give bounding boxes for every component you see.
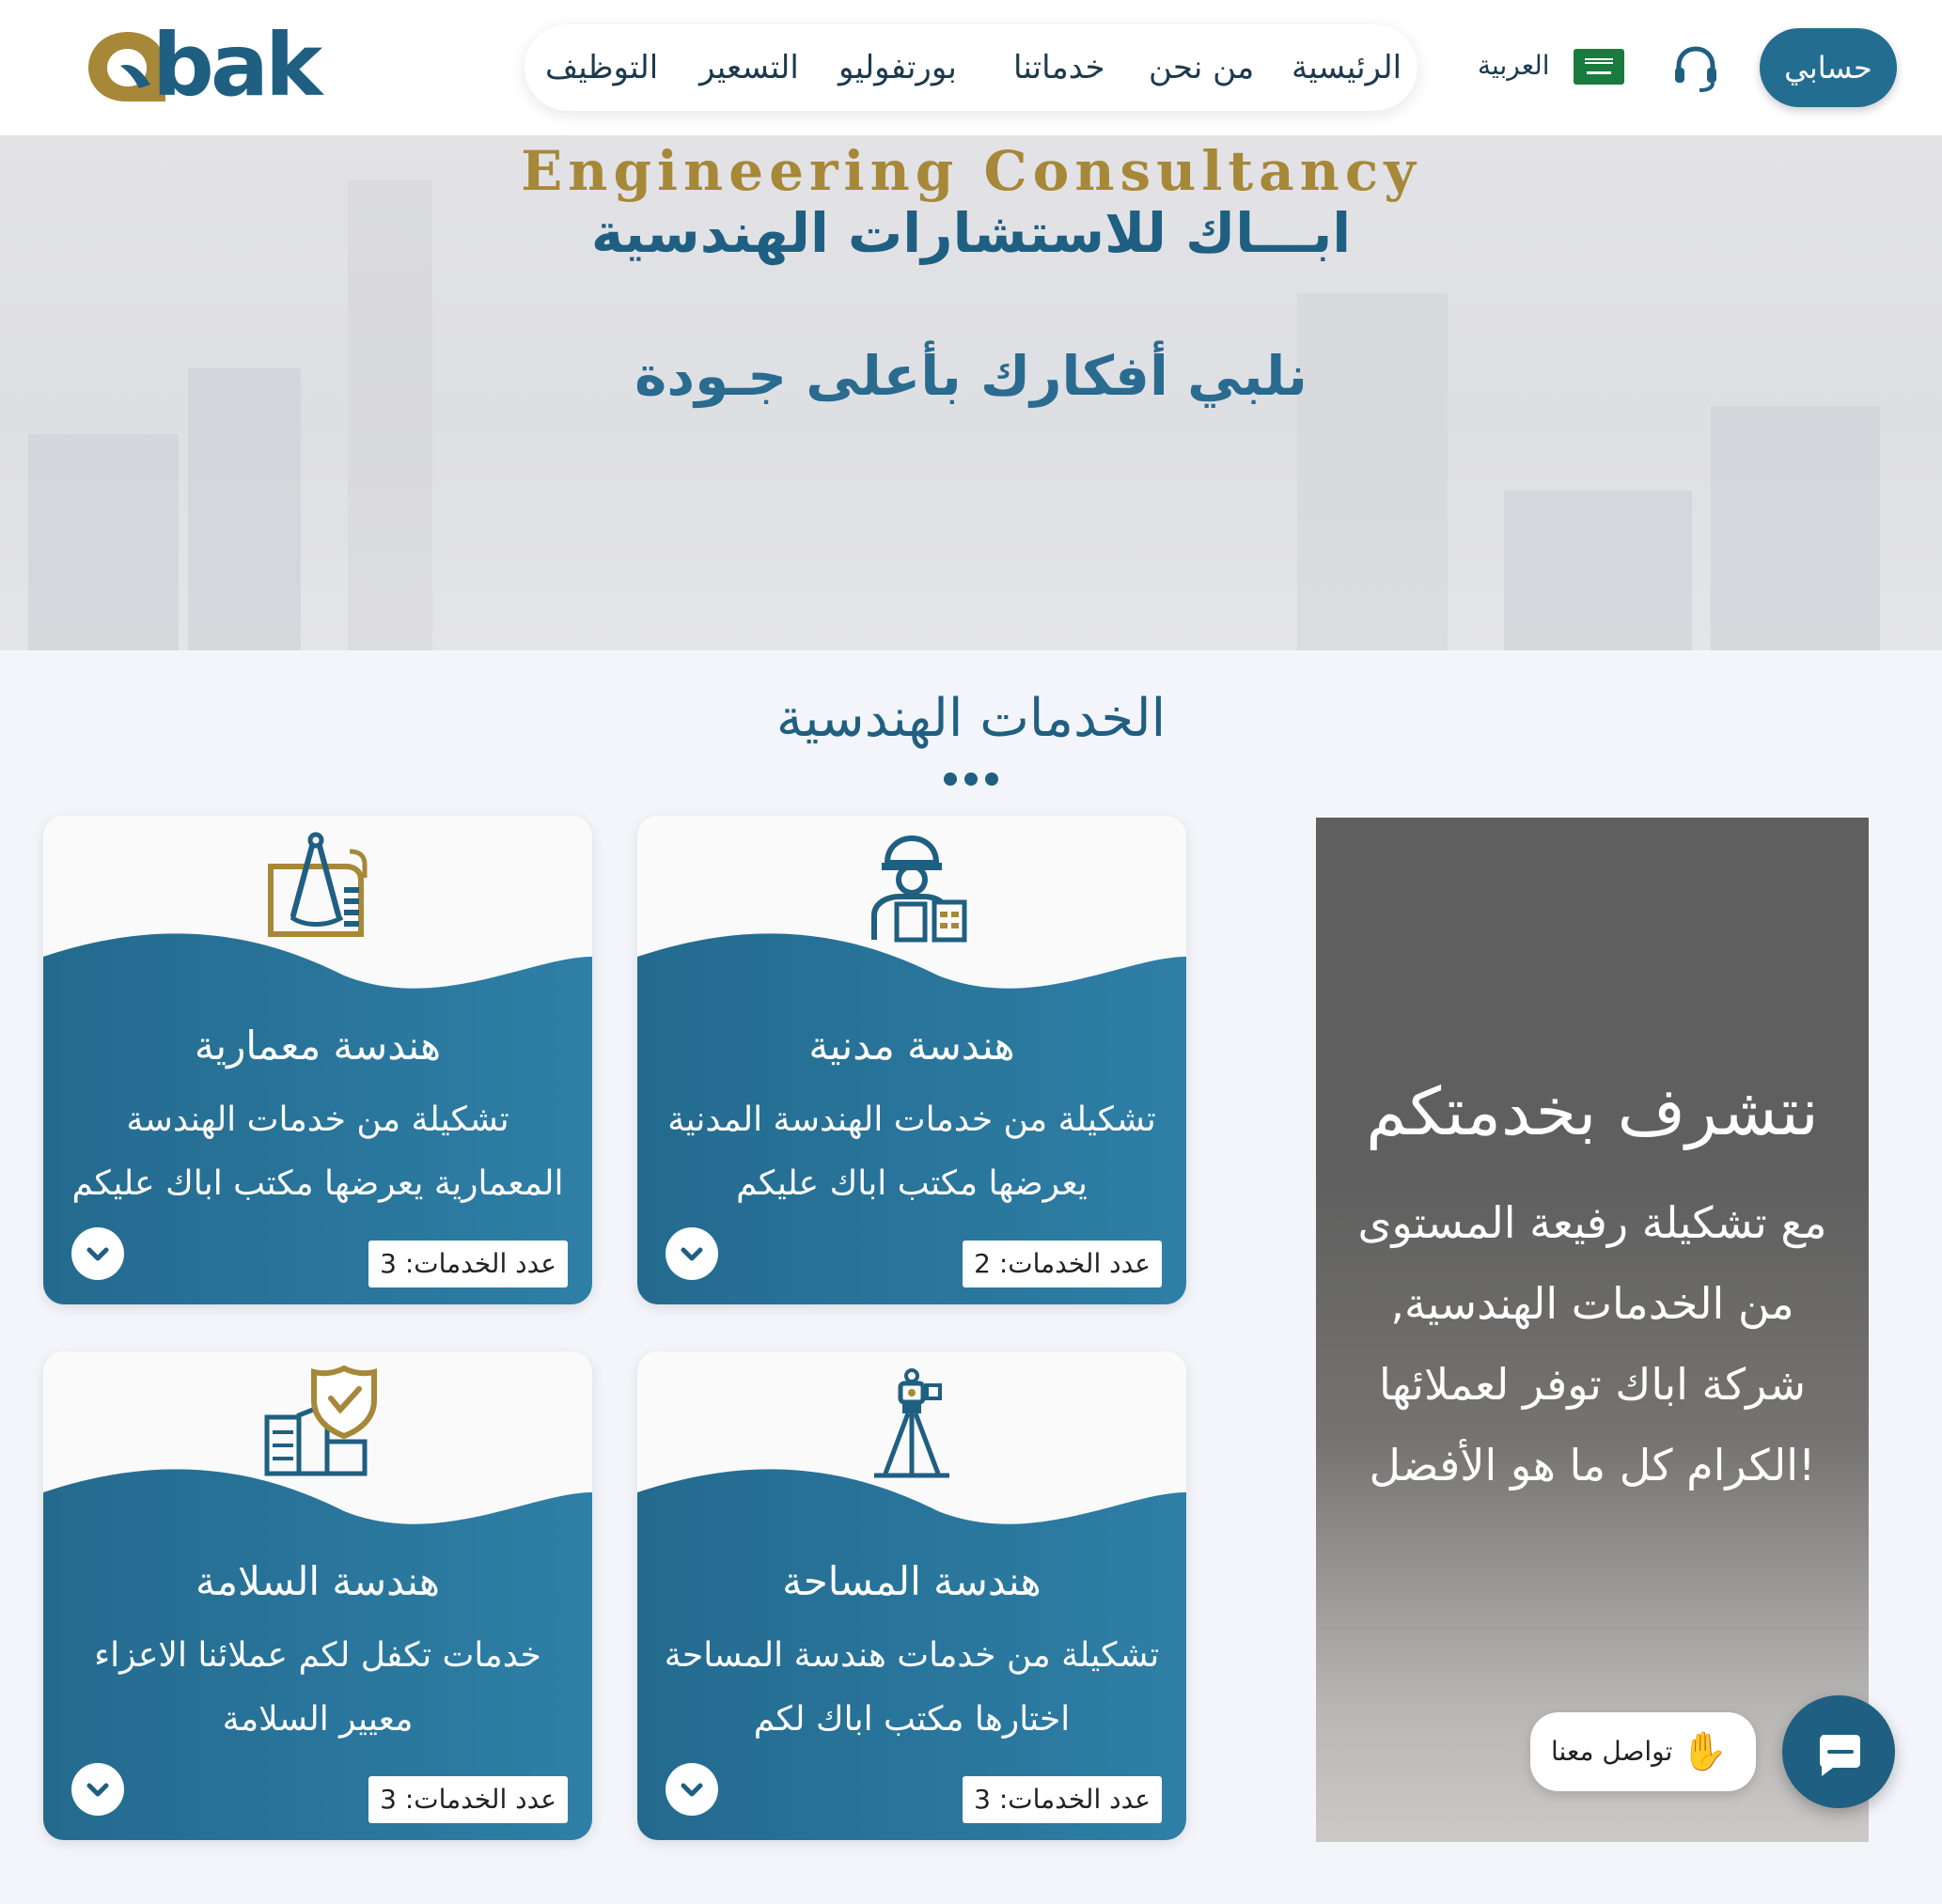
- service-card-safety[interactable]: هندسة السلامة خدمات تكفل لكم عملائنا الا…: [43, 1351, 592, 1840]
- nav-about[interactable]: من نحن: [1149, 24, 1254, 111]
- main-nav: الرئيسية من نحن خدماتنا بورتفوليو التسعي…: [525, 24, 1417, 111]
- logo-text: bak: [152, 15, 322, 116]
- chevron-down-icon[interactable]: [71, 1227, 124, 1280]
- hero-title-arabic: ابـــاك للاستشارات الهندسية: [590, 201, 1352, 265]
- waving-hand-icon: ✋: [1681, 1730, 1728, 1773]
- saudi-flag-icon: [1574, 49, 1624, 85]
- nav-careers[interactable]: التوظيف: [545, 24, 658, 111]
- card-description: تشكيلة من خدمات الهندسة المدنية يعرضها م…: [667, 1100, 1156, 1203]
- chat-button[interactable]: [1782, 1695, 1895, 1808]
- card-title: هندسة معمارية: [194, 1022, 442, 1069]
- surveying-tripod-icon: [874, 1368, 949, 1478]
- contact-us-label: تواصل معنا: [1551, 1736, 1673, 1767]
- promo-panel: نتشرف بخدمتكم مع تشكيلة رفيعة المستوى من…: [1316, 818, 1869, 1842]
- nav-portfolio[interactable]: بورتفوليو: [838, 24, 957, 111]
- hero-bg-building: [28, 434, 179, 650]
- hero-banner: Engineering Consultancy ابـــاك للاستشار…: [0, 135, 1942, 650]
- card-description: خدمات تكفل لكم عملائنا الاعزاء معيير الس…: [94, 1636, 541, 1739]
- services-section-title: الخدمات الهندسية: [775, 688, 1167, 749]
- services-count-badge: عدد الخدمات: 3: [368, 1776, 568, 1823]
- title-dots-divider: [944, 773, 1000, 786]
- services-count-badge: عدد الخدمات: 2: [963, 1241, 1162, 1288]
- engineer-icon: [871, 835, 967, 943]
- nav-home[interactable]: الرئيسية: [1292, 24, 1402, 111]
- promo-title: نتشرف بخدمتكم: [1366, 1073, 1819, 1150]
- service-card-civil[interactable]: هندسة مدنية تشكيلة من خدمات الهندسة المد…: [637, 816, 1186, 1304]
- account-button[interactable]: حسابي: [1760, 28, 1897, 107]
- site-header: bak الرئيسية من نحن خدماتنا بورتفوليو ال…: [0, 0, 1942, 135]
- chevron-down-icon[interactable]: [666, 1763, 718, 1816]
- service-card-surveying[interactable]: هندسة المساحة تشكيلة من خدمات هندسة المس…: [637, 1351, 1186, 1840]
- hero-tagline: نلبي أفكارك بأعلى جـودة: [634, 344, 1308, 408]
- safety-shield-icon: [264, 1365, 377, 1476]
- card-description: تشكيلة من خدمات هندسة المساحة اختارها مك…: [664, 1636, 1160, 1739]
- hero-bg-building: [1504, 491, 1692, 650]
- card-description: تشكيلة من خدمات الهندسة المعمارية يعرضها…: [71, 1100, 564, 1203]
- service-card-architecture[interactable]: هندسة معمارية تشكيلة من خدمات الهندسة ال…: [43, 816, 592, 1304]
- card-title: هندسة المساحة: [782, 1558, 1041, 1604]
- card-title: هندسة السلامة: [196, 1558, 440, 1604]
- services-count-badge: عدد الخدمات: 3: [368, 1241, 568, 1288]
- compass-blueprint-icon: [268, 832, 368, 937]
- hero-bg-building: [188, 368, 301, 650]
- promo-text: مع تشكيلة رفيعة المستوى من الخدمات الهند…: [1357, 1197, 1827, 1490]
- language-label: العربية: [1478, 50, 1550, 81]
- card-title: هندسة مدنية: [808, 1022, 1015, 1069]
- contact-us-pill[interactable]: تواصل معنا ✋: [1530, 1712, 1756, 1791]
- headset-icon[interactable]: [1669, 41, 1722, 94]
- hero-title-english: Engineering Consultancy: [521, 139, 1421, 203]
- chat-bubble-icon: [1820, 1735, 1860, 1776]
- services-count-badge: عدد الخدمات: 3: [963, 1776, 1162, 1823]
- nav-pricing[interactable]: التسعير: [699, 24, 799, 111]
- chevron-down-icon[interactable]: [666, 1227, 718, 1280]
- nav-services[interactable]: خدماتنا: [1013, 24, 1105, 111]
- hero-bg-building: [1711, 406, 1880, 650]
- abak-logo[interactable]: bak: [83, 15, 322, 116]
- chevron-down-icon[interactable]: [71, 1763, 124, 1816]
